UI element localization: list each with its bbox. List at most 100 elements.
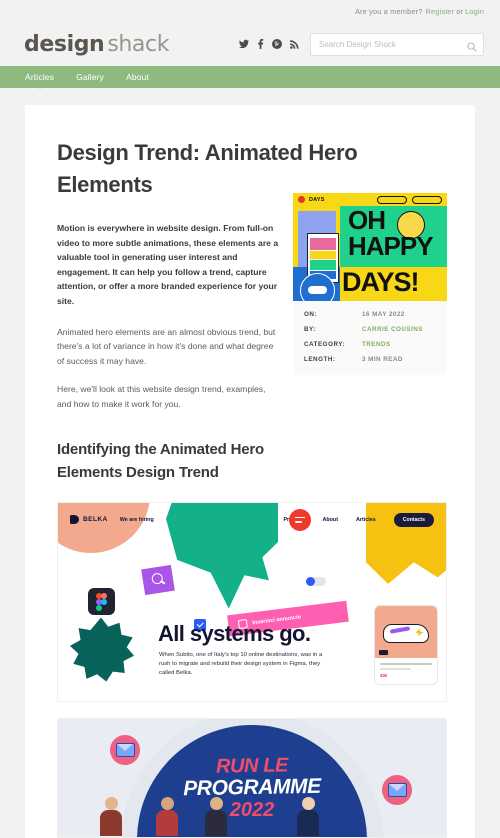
person-right bbox=[295, 796, 321, 837]
hero-line-3: DAYS! bbox=[342, 267, 420, 297]
person-center-head bbox=[209, 796, 223, 810]
teal-star-shape bbox=[69, 617, 134, 682]
programme-line-3: 2022 bbox=[229, 798, 275, 821]
article-card: Design Trend: Animated Hero Elements Mot… bbox=[25, 105, 475, 838]
pinterest-icon[interactable] bbox=[272, 39, 282, 49]
person-left-head bbox=[160, 796, 174, 810]
product-meta: 40€ bbox=[375, 658, 437, 678]
phone-band-yellow bbox=[310, 251, 336, 259]
page-root: Are you a member? Register or Login desi… bbox=[0, 0, 500, 838]
lightning-bolt-icon bbox=[415, 628, 424, 637]
meta-value-by[interactable]: CARRIE COUSINS bbox=[362, 326, 423, 333]
meta-key-category: CATEGORY: bbox=[304, 341, 346, 348]
primary-nav: Articles Gallery About bbox=[0, 66, 500, 89]
person-far-left bbox=[98, 796, 124, 837]
page-title: Design Trend: Animated Hero Elements bbox=[57, 140, 358, 197]
hero-image: OH HAPPY DAYS! DAYS bbox=[293, 193, 447, 301]
article-sidebar: OH HAPPY DAYS! DAYS ON: 16 MAY 2022 BY: … bbox=[293, 193, 447, 375]
article-paragraph-1: Animated hero elements are an almost obv… bbox=[57, 326, 276, 366]
masthead: design shack bbox=[0, 22, 500, 66]
hero-phone-photo bbox=[298, 211, 339, 283]
hero-pill-1 bbox=[377, 195, 407, 204]
meta-row-length: LENGTH: 3 MIN READ bbox=[304, 356, 436, 363]
register-link[interactable]: Register bbox=[426, 7, 455, 16]
meta-key-length: LENGTH: bbox=[304, 356, 336, 363]
belka-mark-icon bbox=[70, 515, 79, 525]
article-paragraph-2: Here, we'll look at this website design … bbox=[57, 384, 266, 409]
facebook-icon[interactable] bbox=[257, 39, 264, 49]
toggle-switch bbox=[306, 576, 326, 586]
masthead-right bbox=[239, 32, 484, 57]
figure-belka: BELKA We are hiring Process About Articl… bbox=[57, 501, 447, 838]
rss-icon[interactable] bbox=[290, 39, 299, 49]
person-right-head bbox=[301, 796, 315, 810]
sneaker-lace bbox=[389, 625, 411, 634]
logo-word-shack: shack bbox=[107, 31, 170, 57]
nav-item-about[interactable]: About bbox=[126, 72, 149, 82]
hero-pill-2 bbox=[412, 195, 442, 204]
logo-word-design: design bbox=[24, 31, 105, 57]
belka-body-text: When Subito, one of Italy's top 10 onlin… bbox=[159, 651, 323, 677]
belka-nav: BELKA We are hiring Process About Articl… bbox=[58, 512, 446, 527]
figma-app-icon bbox=[88, 587, 115, 615]
nav-item-gallery[interactable]: Gallery bbox=[76, 72, 104, 82]
meta-key-by: BY: bbox=[304, 326, 316, 333]
social-links bbox=[239, 39, 299, 49]
meta-row-category: CATEGORY: TRENDS bbox=[304, 341, 436, 348]
phone-band-pink bbox=[310, 238, 336, 250]
person-right-body bbox=[297, 809, 319, 836]
section-heading: Identifying the Animated Hero Elements D… bbox=[57, 440, 264, 481]
search-box[interactable] bbox=[310, 32, 484, 57]
site-logo[interactable]: design shack bbox=[24, 32, 169, 57]
cloud-badge-icon bbox=[300, 273, 335, 301]
cloud-shape bbox=[308, 286, 327, 294]
figure-run-le-programme: RUN LE PROGRAMME 2022 bbox=[57, 717, 447, 838]
utility-bar: Are you a member? Register or Login bbox=[0, 0, 500, 22]
product-image bbox=[375, 605, 437, 658]
product-card: 40€ bbox=[374, 604, 438, 685]
person-left bbox=[154, 796, 180, 837]
person-far-left-body bbox=[100, 809, 122, 836]
nav-item-articles[interactable]: Articles bbox=[25, 72, 54, 89]
envelope-coin-right bbox=[382, 774, 412, 805]
envelope-icon-right bbox=[387, 782, 407, 797]
meta-row-by: BY: CARRIE COUSINS bbox=[304, 326, 436, 333]
red-menu-icon bbox=[289, 508, 311, 531]
sneaker-icon bbox=[383, 623, 429, 643]
toggle-knob bbox=[306, 576, 315, 586]
member-prompt: Are you a member? bbox=[354, 6, 423, 16]
figma-dot-blue bbox=[101, 598, 107, 605]
product-tag-icon bbox=[379, 649, 388, 655]
hero-top-bar: DAYS bbox=[293, 193, 447, 206]
product-price: 40€ bbox=[380, 672, 388, 678]
hero-brand-dot-icon bbox=[298, 196, 305, 203]
article-lede: Motion is everywhere in website design. … bbox=[57, 223, 279, 306]
twitter-icon[interactable] bbox=[239, 39, 249, 49]
person-far-left-head bbox=[104, 796, 118, 810]
phone-band-green bbox=[310, 260, 336, 270]
belka-logo-text: BELKA bbox=[83, 516, 108, 524]
person-center-body bbox=[205, 809, 227, 836]
product-title-placeholder bbox=[380, 662, 432, 665]
hero-brand-label: DAYS bbox=[309, 196, 325, 203]
meta-value-category[interactable]: TRENDS bbox=[362, 341, 391, 348]
search-input[interactable] bbox=[311, 39, 483, 49]
product-subtitle-placeholder bbox=[380, 667, 412, 670]
article-meta: ON: 16 MAY 2022 BY: CARRIE COUSINS CATEG… bbox=[293, 301, 447, 375]
hero-nav-pills bbox=[377, 195, 442, 204]
belka-logo: BELKA bbox=[70, 515, 108, 525]
search-icon[interactable] bbox=[467, 39, 477, 57]
figma-dot-green bbox=[96, 604, 102, 611]
hero-line-2: HAPPY bbox=[348, 231, 434, 261]
meta-row-on: ON: 16 MAY 2022 bbox=[304, 311, 436, 318]
peach-blob-shape bbox=[58, 502, 150, 553]
person-left-body bbox=[156, 809, 178, 836]
or-separator: or bbox=[456, 6, 464, 16]
meta-value-length: 3 MIN READ bbox=[362, 356, 403, 363]
belka-screenshot: BELKA We are hiring Process About Articl… bbox=[57, 501, 447, 702]
meta-value-on: 16 MAY 2022 bbox=[362, 311, 405, 318]
belka-link-articles: Articles bbox=[356, 516, 376, 523]
belka-headline: All systems go. bbox=[158, 620, 311, 646]
purple-search-tile bbox=[141, 564, 175, 595]
login-link[interactable]: Login bbox=[465, 7, 484, 16]
